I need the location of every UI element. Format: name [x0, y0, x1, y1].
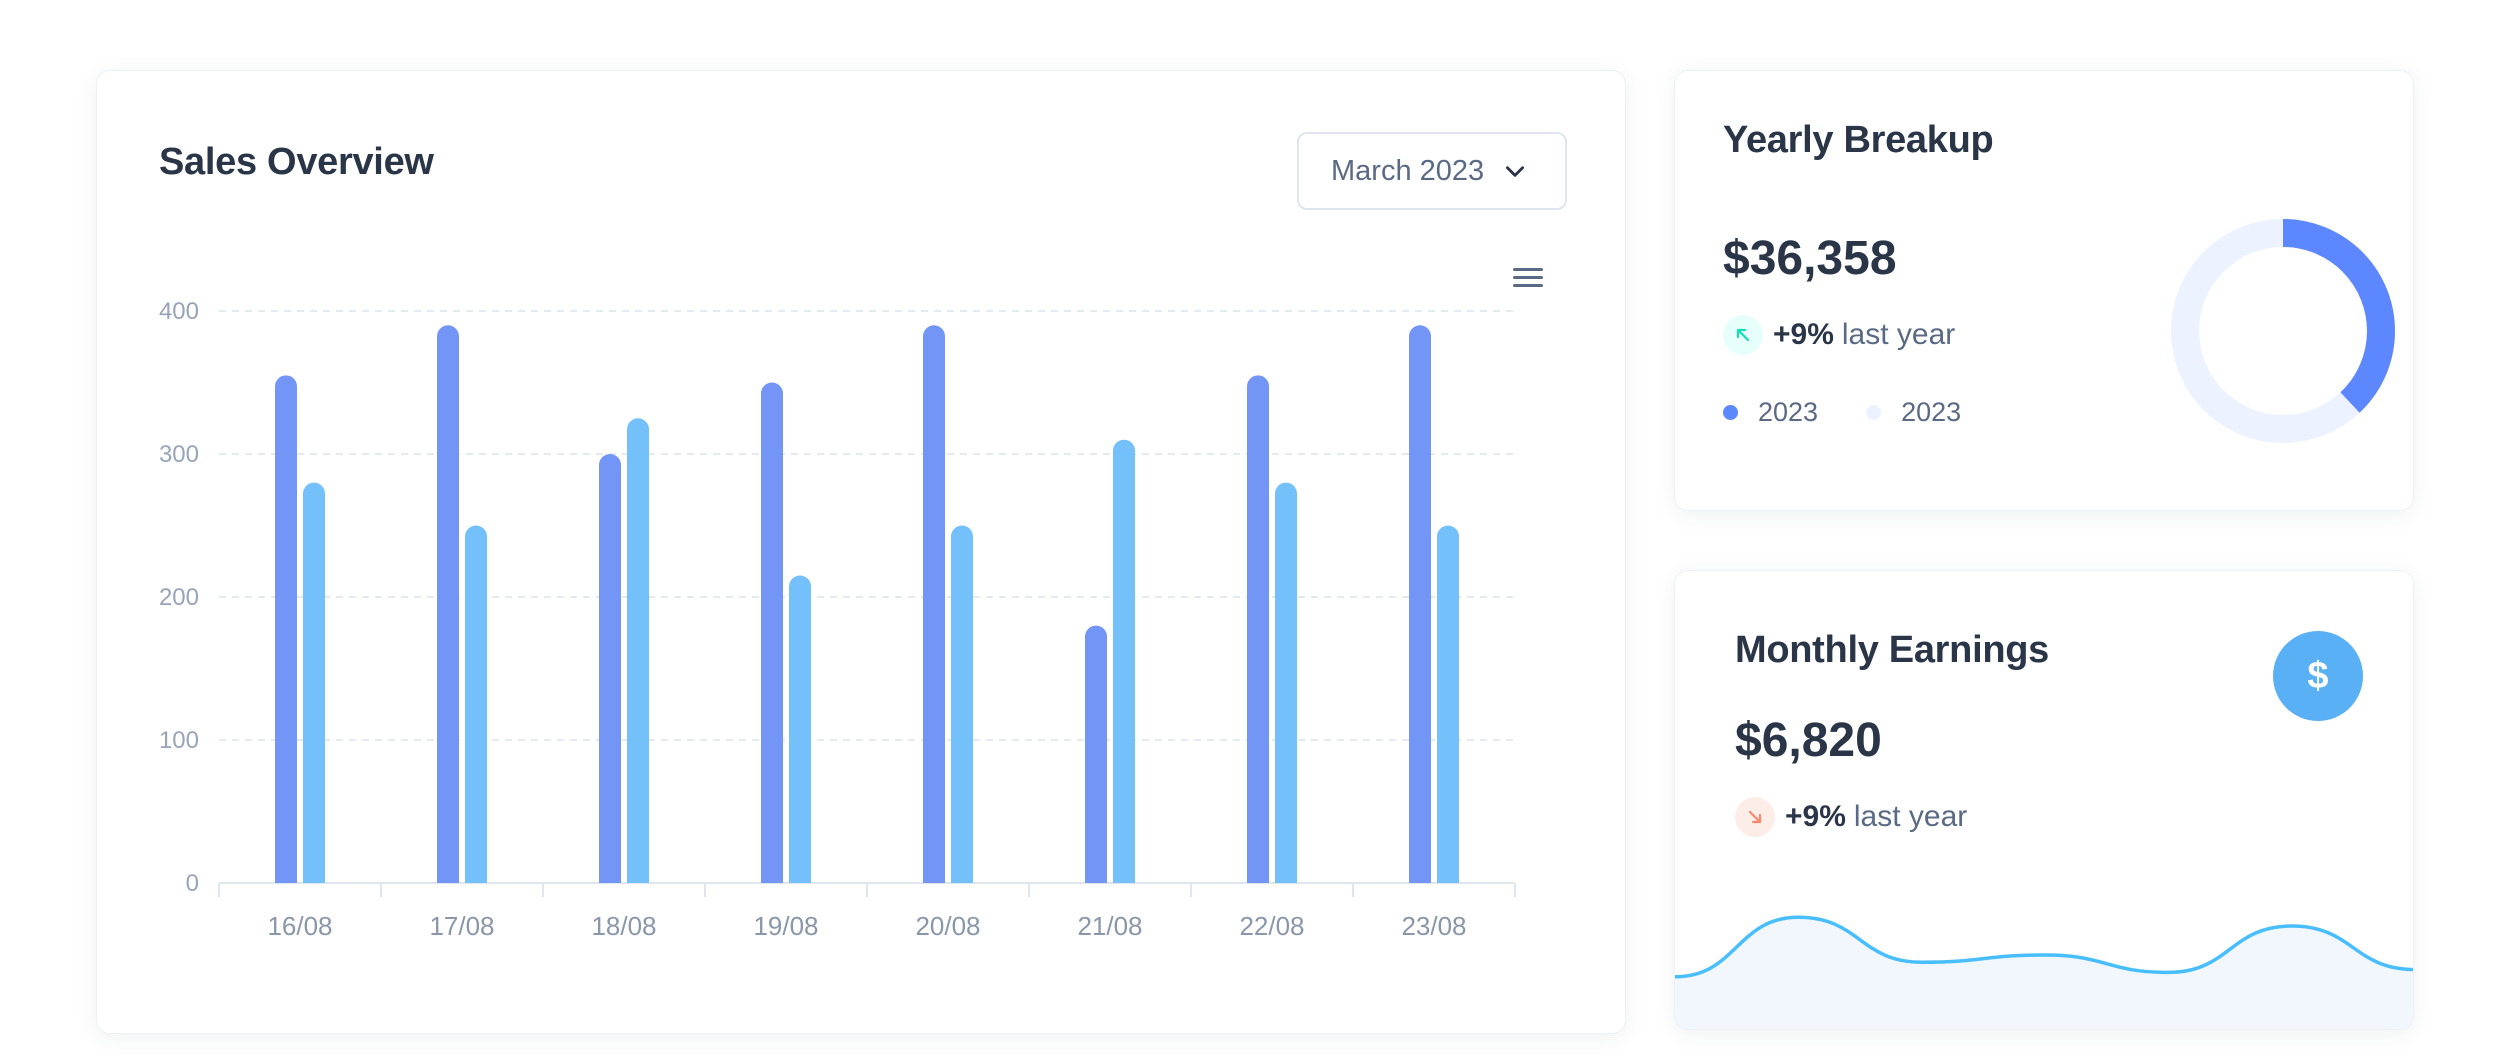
bar-series-1[interactable]	[761, 382, 783, 884]
legend-label: 2023	[1901, 397, 1962, 427]
bar-series-2[interactable]	[465, 525, 487, 884]
bar-series-2[interactable]	[1437, 525, 1459, 884]
yearly-donut-chart	[2171, 219, 2395, 443]
yearly-breakup-title: Yearly Breakup	[1723, 119, 1994, 161]
bar-series-1[interactable]	[275, 375, 297, 883]
bar-series-1[interactable]	[923, 325, 945, 883]
yearly-breakup-card: Yearly Breakup $36,358 +9% last year 202…	[1674, 70, 2414, 511]
bar-series-1[interactable]	[437, 325, 459, 883]
y-tick-label: 400	[159, 298, 199, 325]
bar-series-1[interactable]	[1085, 625, 1107, 883]
sales-overview-card: Sales Overview March 2023 0 100 200 300 400 1…	[96, 70, 1626, 1034]
arrow-up-left-icon	[1723, 315, 1763, 355]
yearly-amount: $36,358	[1723, 232, 1897, 285]
yearly-trend-percent: +9%	[1773, 318, 1834, 351]
y-tick-label: 100	[159, 727, 199, 754]
x-tick-label: 16/08	[267, 911, 332, 941]
legend-dot-primary	[1723, 405, 1738, 420]
monthly-earnings-card: Monthly Earnings $ $6,820 +9% last year	[1674, 570, 2414, 1030]
legend-item: 2023	[1723, 397, 1818, 428]
y-tick-label: 0	[186, 870, 199, 897]
yearly-trend-label: last year	[1841, 318, 1956, 351]
monthly-trend: +9% last year	[1735, 797, 1967, 837]
x-tick-label: 19/08	[753, 911, 818, 941]
dollar-icon[interactable]: $	[2273, 631, 2363, 721]
legend-label: 2023	[1758, 397, 1819, 427]
bar-series-1[interactable]	[599, 454, 621, 883]
sales-bar-chart: 0 100 200 300 400 16/08 17/08 18/08 19/08 20/08 21…	[159, 298, 1516, 941]
monthly-trend-label: last year	[1853, 800, 1968, 833]
monthly-amount: $6,820	[1735, 714, 1882, 767]
legend-item: 2023	[1866, 397, 1961, 428]
legend-dot-secondary	[1866, 405, 1882, 420]
arrow-down-right-icon	[1735, 797, 1775, 837]
yearly-legend: 2023 2023	[1723, 397, 2009, 428]
x-tick-label: 21/08	[1077, 911, 1142, 941]
bar-series-2[interactable]	[627, 418, 649, 883]
bar-series-2[interactable]	[1113, 439, 1135, 883]
monthly-trend-percent: +9%	[1785, 800, 1846, 833]
x-tick-label: 23/08	[1401, 911, 1466, 941]
monthly-earnings-title: Monthly Earnings	[1735, 629, 2049, 671]
x-tick-label: 20/08	[915, 911, 980, 941]
y-tick-label: 300	[159, 441, 199, 468]
sparkline-area	[1675, 917, 2413, 1029]
bar-series-2[interactable]	[1275, 482, 1297, 883]
earnings-sparkline	[1675, 915, 2413, 1029]
bar-series-2[interactable]	[303, 482, 325, 883]
bar-series-2[interactable]	[951, 525, 973, 884]
x-tick-label: 17/08	[429, 911, 494, 941]
x-tick-label: 22/08	[1239, 911, 1304, 941]
bar-series-1[interactable]	[1247, 375, 1269, 883]
x-tick-label: 18/08	[591, 911, 656, 941]
bar-series-2[interactable]	[789, 575, 811, 883]
y-tick-label: 200	[159, 584, 199, 611]
bar-series-1[interactable]	[1409, 325, 1431, 883]
yearly-trend: +9% last year	[1723, 315, 1955, 355]
